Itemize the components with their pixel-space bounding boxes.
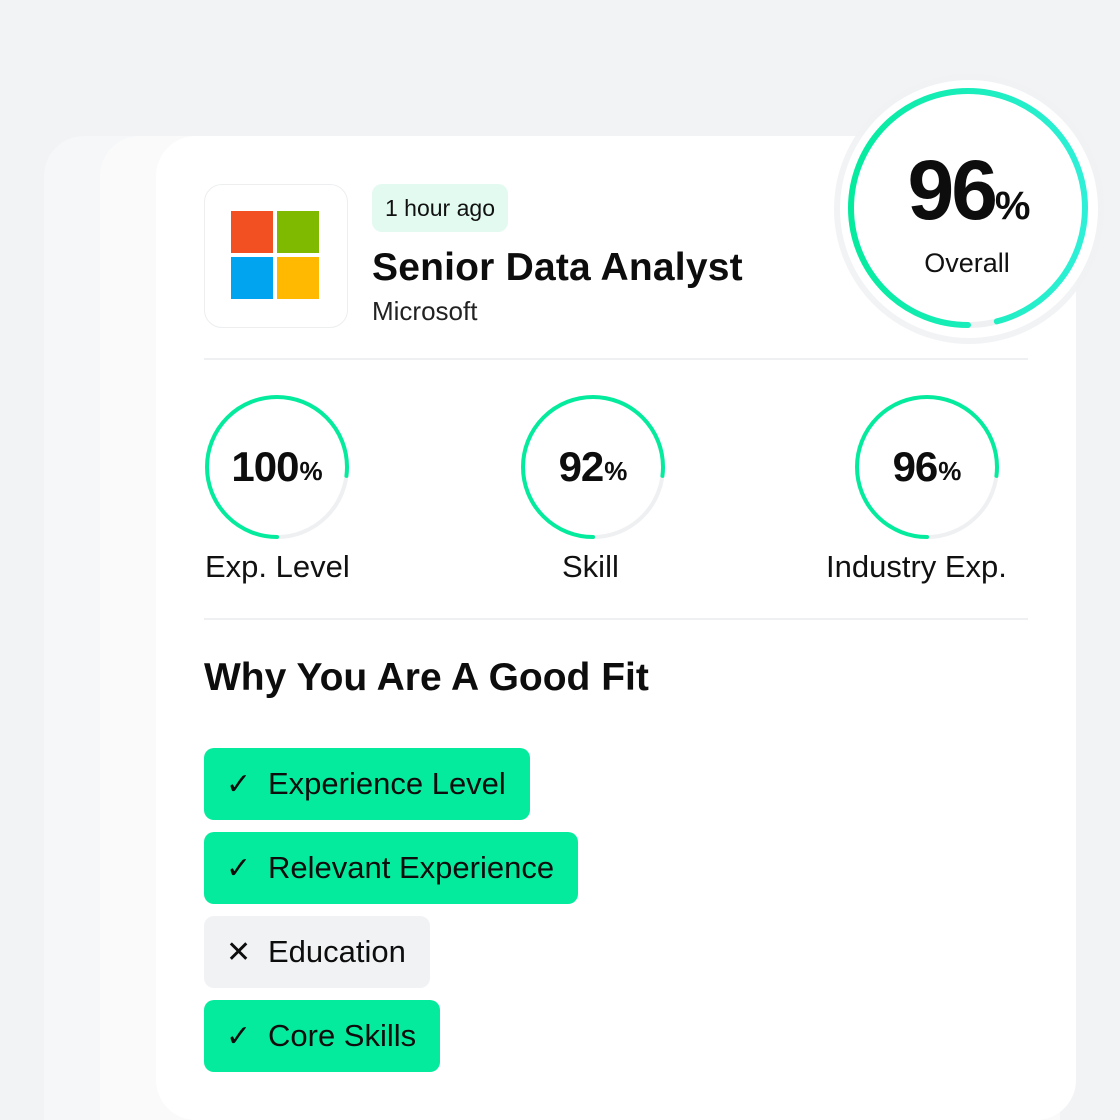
- overall-label: Overall: [924, 248, 1010, 278]
- exp-level-value: 100: [231, 443, 299, 490]
- industry-exp-unit: %: [938, 455, 962, 486]
- logo-blue-square: [231, 257, 273, 299]
- fit-chip-education[interactable]: ✕ Education: [204, 916, 430, 988]
- fit-chip-label: Education: [268, 934, 406, 969]
- fit-chip-core-skills[interactable]: ✓ Core Skills: [204, 1000, 441, 1072]
- overall-score-badge: 96% Overall: [840, 80, 1098, 338]
- check-icon: ✓: [226, 851, 252, 885]
- divider: [204, 358, 1028, 360]
- good-fit-heading: Why You Are A Good Fit: [204, 656, 649, 699]
- industry-exp-value: 96: [892, 443, 939, 490]
- check-icon: ✓: [226, 1019, 252, 1053]
- posted-time-badge: 1 hour ago: [372, 184, 508, 232]
- fit-chip-label: Relevant Experience: [268, 850, 555, 885]
- fit-chip-experience-level[interactable]: ✓ Experience Level: [204, 748, 530, 820]
- job-title[interactable]: Senior Data Analyst: [372, 246, 743, 290]
- skill-value: 92: [558, 443, 605, 490]
- logo-green-square: [277, 211, 319, 253]
- skill-label: Skill: [562, 549, 619, 584]
- logo-red-square: [231, 211, 273, 253]
- fit-chip-relevant-experience[interactable]: ✓ Relevant Experience: [204, 832, 579, 904]
- skill-unit: %: [604, 455, 628, 486]
- overall-value: 96: [907, 143, 997, 237]
- company-logo: [204, 184, 348, 328]
- exp-level-unit: %: [299, 455, 323, 486]
- company-name: Microsoft: [372, 296, 478, 326]
- fit-chip-label: Core Skills: [268, 1018, 417, 1053]
- cross-icon: ✕: [226, 935, 252, 969]
- overall-unit: %: [994, 184, 1031, 228]
- check-icon: ✓: [226, 767, 252, 801]
- exp-level-label: Exp. Level: [205, 549, 350, 584]
- industry-exp-label: Industry Exp.: [826, 549, 1007, 584]
- divider: [204, 618, 1028, 620]
- fit-chip-label: Experience Level: [268, 766, 506, 801]
- logo-yellow-square: [277, 257, 319, 299]
